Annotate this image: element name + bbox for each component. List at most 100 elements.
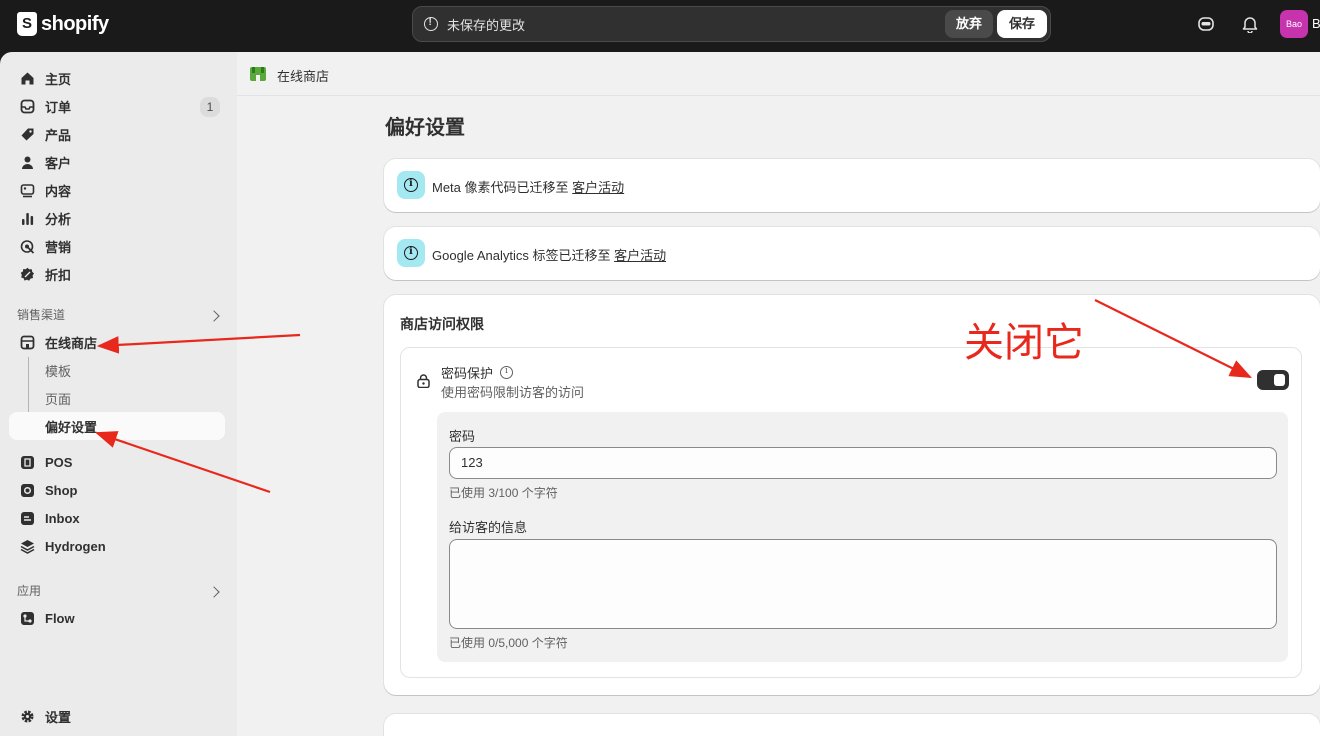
google-analytics-banner: Google Analytics 标签已迁移至 客户活动 [384,227,1320,280]
alert-circle-icon [424,17,438,31]
password-protection-box: 密码保护 使用密码限制访客的访问 密码 123 已使用 3/100 个字符 给访… [400,347,1302,678]
sidebar-item-label: 折扣 [45,267,72,283]
orders-icon [19,98,35,114]
sidebar-item-marketing[interactable]: 营销 [9,232,225,260]
top-bar: shopify 未保存的更改 放弃 保存 Bao B [0,0,1320,52]
pos-icon [19,454,35,470]
sidebar-item-label: 订单 [45,99,72,115]
discard-button[interactable]: 放弃 [944,10,993,38]
sidebar-item-label: Shop [45,482,78,498]
gear-icon [19,708,35,724]
sidebar-item-label: 偏好设置 [45,419,98,435]
sidebar-item-orders[interactable]: 订单 1 [9,92,225,120]
visitor-message-textarea[interactable] [449,539,1277,629]
shopify-bag-icon [17,12,37,36]
online-store-icon [249,65,267,83]
flow-icon [19,610,35,626]
sidebar: 主页 订单 1 产品 客户 内容 分析 营销 折扣 销售渠道 在线商店 模板 页… [0,52,237,736]
breadcrumb-online-store[interactable]: 在线商店 [277,66,329,85]
sidebar-item-analytics[interactable]: 分析 [9,204,225,232]
bell-icon[interactable] [1240,14,1260,34]
discount-icon [19,266,35,282]
customer-events-link[interactable]: 客户活动 [614,248,666,263]
inbox-icon [19,510,35,526]
sidebar-item-label: 模板 [45,363,72,379]
orders-count-badge: 1 [200,97,220,117]
sidebar-item-label: Hydrogen [45,538,106,554]
breadcrumb: 在线商店 [237,52,1320,96]
store-icon [19,334,35,350]
sidebar-item-label: Flow [45,610,75,626]
sidebar-item-label: 在线商店 [45,335,98,351]
store-access-title: 商店访问权限 [400,316,484,332]
sidebar-item-label: 设置 [45,709,72,725]
password-protection-heading: 密码保护 [441,363,514,382]
password-protection-toggle[interactable] [1257,370,1289,390]
hydrogen-icon [19,538,35,554]
password-char-count: 已使用 3/100 个字符 [449,486,558,500]
sidebar-item-label: POS [45,454,73,470]
tag-icon [19,126,35,142]
sidebar-item-hydrogen[interactable]: Hydrogen [9,532,225,560]
info-icon[interactable] [500,366,514,379]
logo-text: shopify [41,12,109,35]
sidebar-item-label: Inbox [45,510,80,526]
info-icon [397,171,425,199]
shop-icon [19,482,35,498]
chevron-right-icon[interactable] [208,586,220,598]
password-protection-label: 密码保护 [441,366,494,381]
sidebar-item-label: 产品 [45,127,72,143]
password-protection-description: 使用密码限制访客的访问 [441,385,585,400]
person-icon [19,154,35,170]
sidebar-item-label: 分析 [45,211,72,227]
banner-text: Meta 像素代码已迁移至 客户活动 [432,177,624,196]
home-icon [19,70,35,86]
sidebar-item-label: 页面 [45,391,72,407]
unsaved-changes-bar: 未保存的更改 放弃 保存 [412,6,1051,42]
sidebar-item-home[interactable]: 主页 [9,64,225,92]
banner-message: Meta 像素代码已迁移至 [432,180,573,195]
bar-chart-icon [19,210,35,226]
unsaved-changes-text: 未保存的更改 [447,17,526,33]
sidebar-item-themes[interactable]: 模板 [9,356,225,384]
sidebar-item-discounts[interactable]: 折扣 [9,260,225,288]
content-icon [19,182,35,198]
sidebar-item-flow[interactable]: Flow [9,604,225,632]
shopify-logo[interactable]: shopify [17,12,109,36]
page-title: 偏好设置 [385,117,465,139]
sidekick-icon[interactable] [1196,14,1216,34]
customer-events-link[interactable]: 客户活动 [572,180,624,195]
target-icon [19,238,35,254]
sidebar-item-label: 主页 [45,71,72,87]
password-label: 密码 [449,429,476,444]
sidebar-item-inbox[interactable]: Inbox [9,504,225,532]
sidebar-item-content[interactable]: 内容 [9,176,225,204]
sidebar-item-settings[interactable]: 设置 [9,702,225,730]
banner-text: Google Analytics 标签已迁移至 客户活动 [432,245,666,264]
sidebar-item-label: 内容 [45,183,72,199]
meta-pixel-banner: Meta 像素代码已迁移至 客户活动 [384,159,1320,212]
save-button[interactable]: 保存 [996,10,1047,38]
message-char-count: 已使用 0/5,000 个字符 [449,636,568,650]
chevron-right-icon[interactable] [208,310,220,322]
sidebar-item-products[interactable]: 产品 [9,120,225,148]
sidebar-item-pages[interactable]: 页面 [9,384,225,412]
store-name-initial[interactable]: B [1312,16,1320,31]
info-icon [397,239,425,267]
sidebar-item-customers[interactable]: 客户 [9,148,225,176]
sidebar-item-preferences[interactable]: 偏好设置 [9,412,225,440]
sidebar-item-shop[interactable]: Shop [9,476,225,504]
annotation-text: 关闭它 [964,320,1084,366]
store-access-card: 商店访问权限 密码保护 使用密码限制访客的访问 密码 123 已使用 3/100… [384,295,1320,695]
visitor-message-label: 给访客的信息 [449,520,528,535]
apps-heading: 应用 [17,584,42,598]
password-settings: 密码 123 已使用 3/100 个字符 给访客的信息 已使用 0/5,000 … [437,412,1288,662]
sidebar-item-label: 客户 [45,155,72,171]
avatar[interactable]: Bao [1280,10,1308,38]
sales-channels-heading: 销售渠道 [17,308,66,322]
password-input[interactable]: 123 [449,447,1277,479]
banner-message: Google Analytics 标签已迁移至 [432,248,615,263]
sidebar-item-online-store[interactable]: 在线商店 [9,328,225,356]
sidebar-item-pos[interactable]: POS [9,448,225,476]
main-content: 在线商店 偏好设置 Meta 像素代码已迁移至 客户活动 Google Anal… [237,52,1320,736]
